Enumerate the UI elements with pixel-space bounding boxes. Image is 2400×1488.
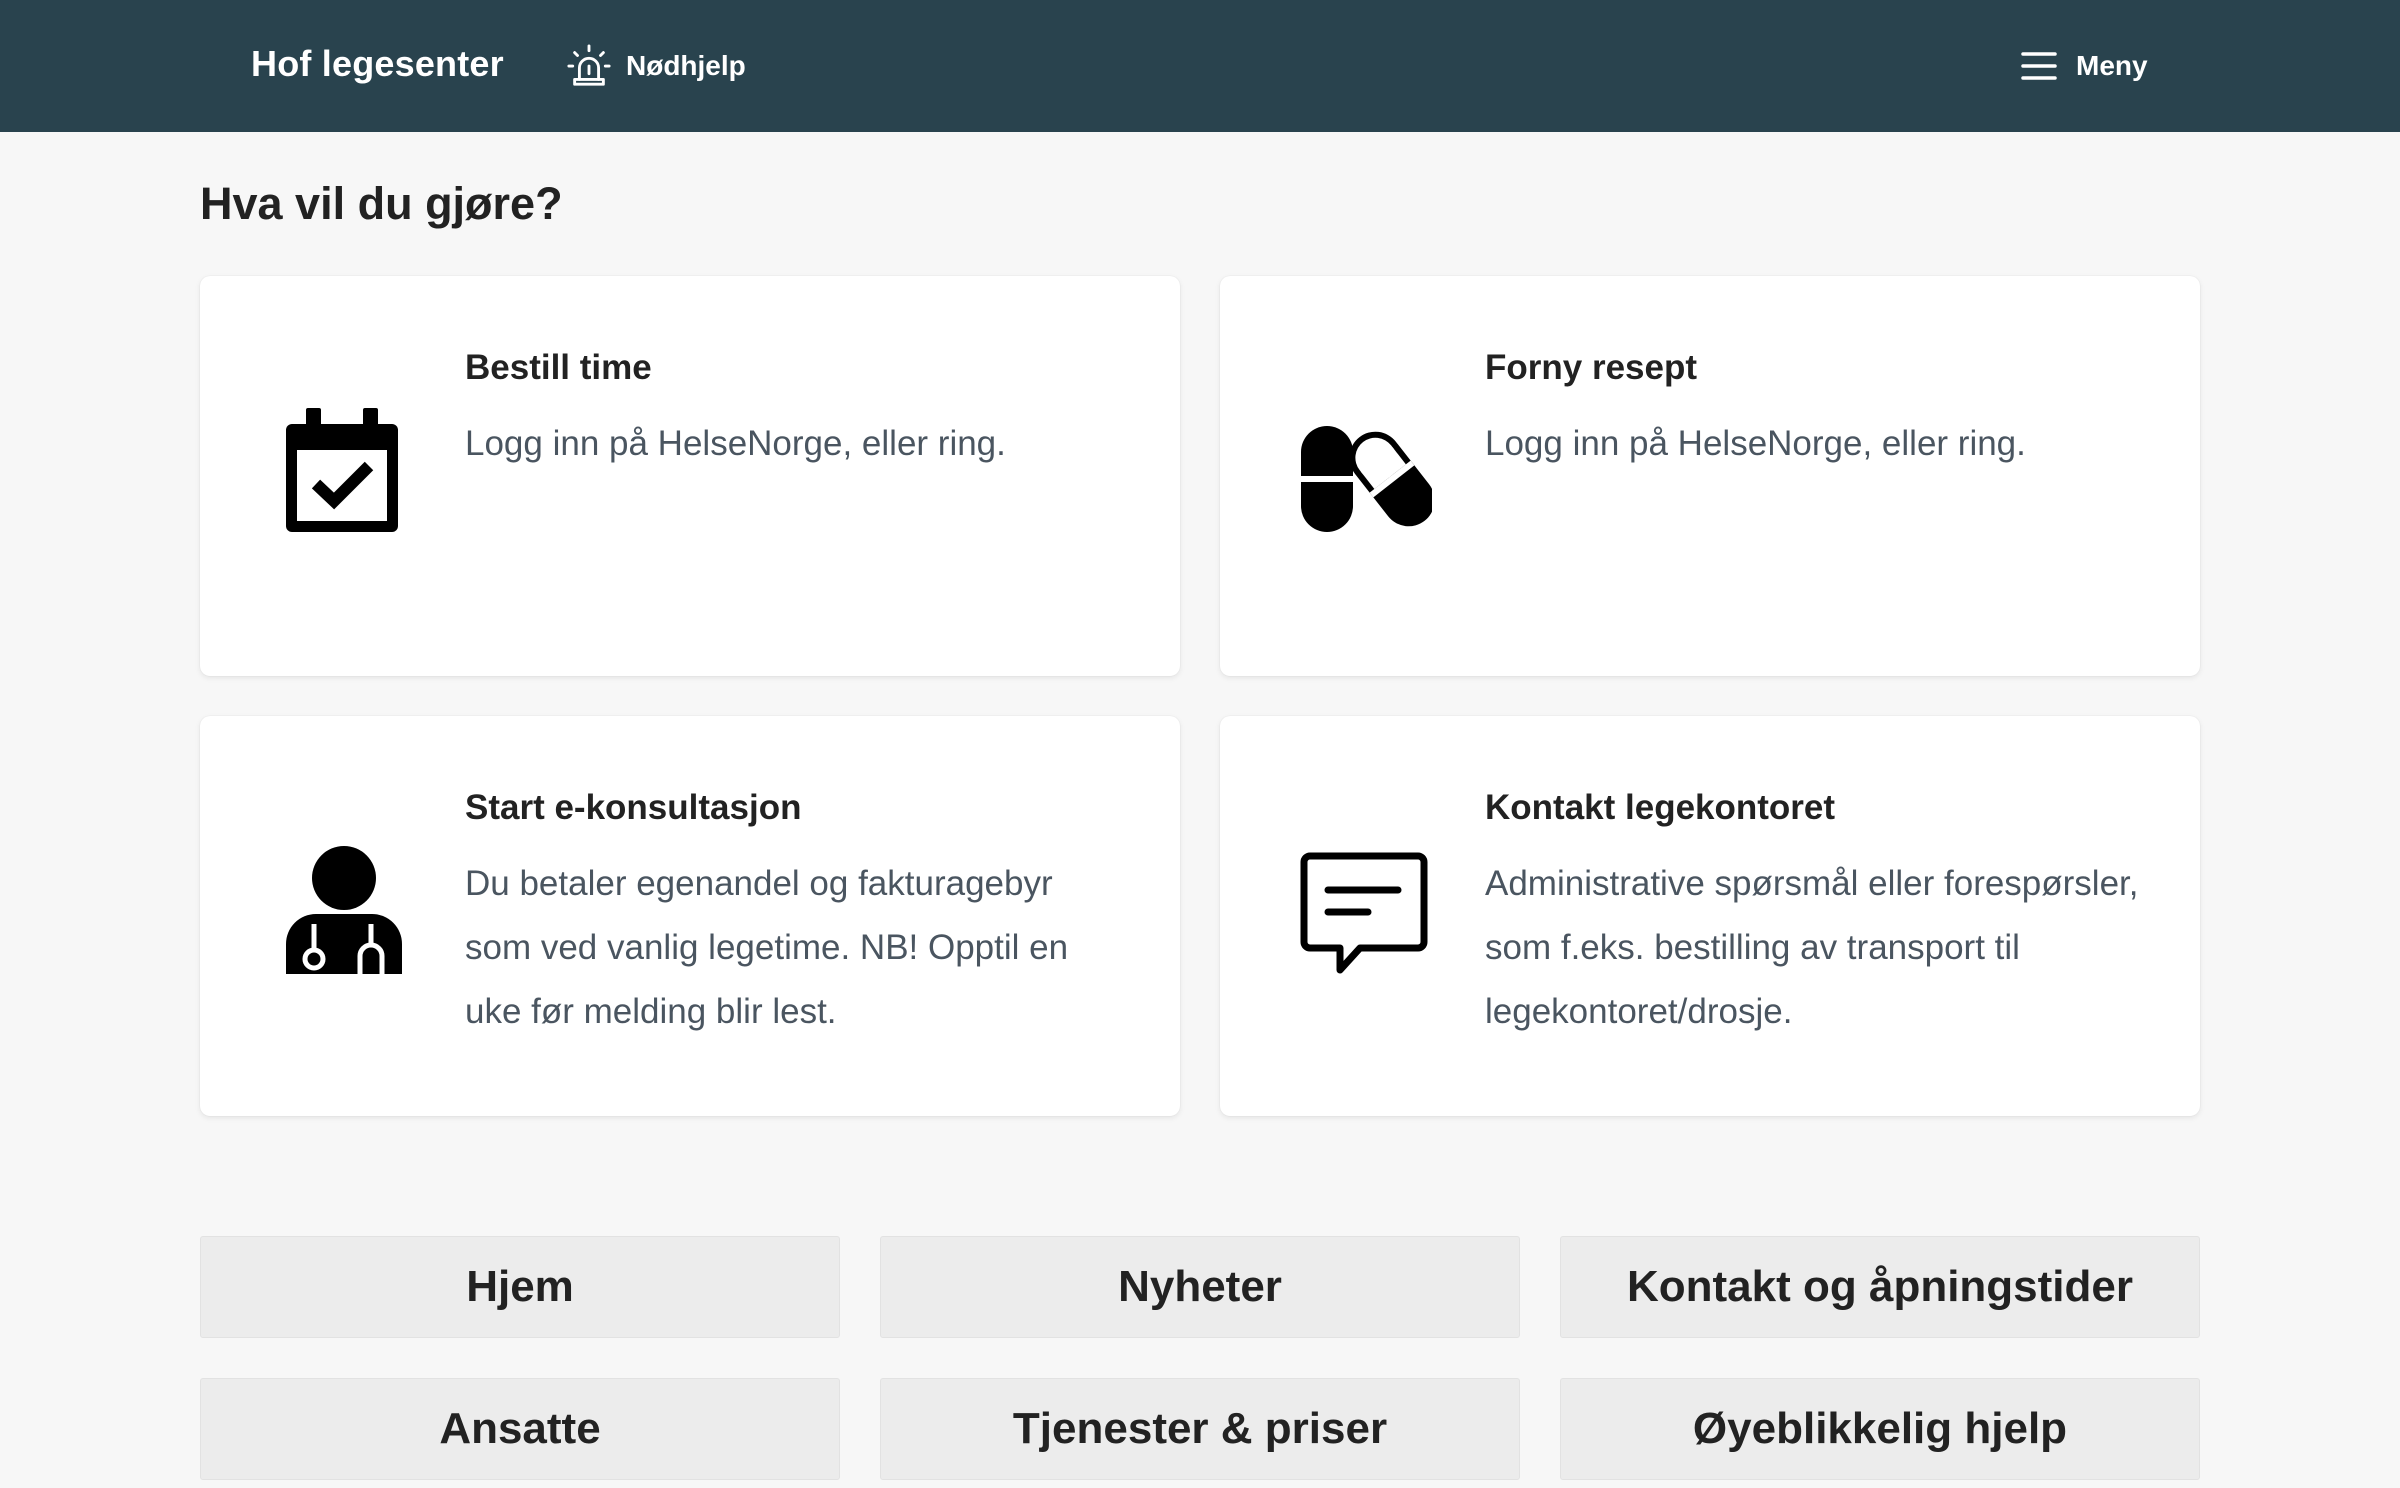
nav-button-staff[interactable]: Ansatte <box>200 1378 840 1480</box>
emergency-label: Nødhjelp <box>626 50 746 81</box>
card-description: Administrative spørsmål eller forespørsl… <box>1485 864 2139 1031</box>
hamburger-icon <box>2021 52 2057 80</box>
emergency-link[interactable]: Nødhjelp <box>566 40 746 92</box>
top-navigation-bar: Hof legesenter Nødhjelp Meny <box>0 0 2400 132</box>
chat-message-icon <box>1300 852 1428 974</box>
card-description: Du betaler egenandel og fakturagebyr som… <box>465 864 1069 1031</box>
nav-button-news[interactable]: Nyheter <box>880 1236 1520 1338</box>
card-description: Logg inn på HelseNorge, eller ring. <box>465 424 1006 463</box>
card-contact-office[interactable]: Kontakt legekontoret Administrative spør… <box>1220 716 2200 1116</box>
menu-label: Meny <box>2076 50 2148 81</box>
siren-icon <box>567 44 611 86</box>
card-book-appointment[interactable]: Bestill time Logg inn på HelseNorge, ell… <box>200 276 1180 676</box>
nav-button-home[interactable]: Hjem <box>200 1236 840 1338</box>
card-description: Logg inn på HelseNorge, eller ring. <box>1485 424 2026 463</box>
card-title: Kontakt legekontoret <box>1485 788 1836 827</box>
card-start-econsultation[interactable]: Start e-konsultasjon Du betaler egenande… <box>200 716 1180 1116</box>
page-title: Hva vil du gjøre? <box>200 178 563 229</box>
card-title: Start e-konsultasjon <box>465 788 802 827</box>
calendar-check-icon <box>286 408 398 532</box>
doctor-icon <box>286 846 402 974</box>
nav-button-emergency-help[interactable]: Øyeblikkelig hjelp <box>1560 1378 2200 1480</box>
menu-button[interactable]: Meny <box>2020 44 2148 88</box>
card-title: Forny resept <box>1485 348 1697 387</box>
card-title: Bestill time <box>465 348 652 387</box>
pills-icon <box>1301 426 1435 532</box>
brand-link[interactable]: Hof legesenter <box>251 43 504 85</box>
nav-button-services-prices[interactable]: Tjenester & priser <box>880 1378 1520 1480</box>
card-renew-prescription[interactable]: Forny resept Logg inn på HelseNorge, ell… <box>1220 276 2200 676</box>
nav-button-contact-hours[interactable]: Kontakt og åpningstider <box>1560 1236 2200 1338</box>
